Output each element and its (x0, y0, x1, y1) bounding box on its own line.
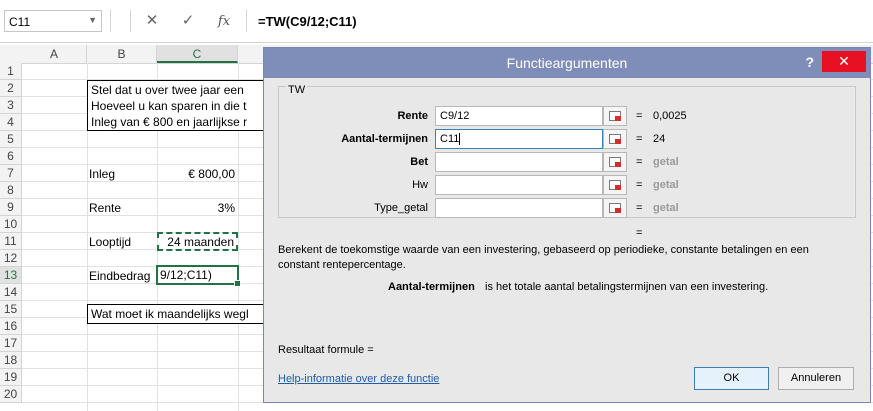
row-header[interactable]: 3 (0, 97, 22, 114)
function-description: Berekent de toekomstige waarde van een i… (278, 243, 858, 273)
arg-label-type-getal: Type_getal (374, 202, 428, 214)
name-box-value: C11 (9, 15, 31, 29)
separator (246, 10, 247, 32)
intro-line: Inleg van € 800 en jaarlijkse r (91, 115, 248, 129)
collapse-dialog-icon[interactable] (603, 175, 627, 195)
enter-icon[interactable]: ✓ (175, 10, 201, 32)
row-header[interactable]: 9 (0, 199, 22, 216)
intro-line: Stel dat u over twee jaar een (91, 83, 244, 97)
row-header[interactable]: 5 (0, 131, 22, 148)
column-header-c[interactable]: C (157, 45, 238, 63)
fx-icon[interactable]: fx (211, 10, 237, 32)
row-header[interactable]: 6 (0, 148, 22, 165)
argument-help-text: is het totale aantal betalingstermijnen … (485, 281, 769, 293)
cell-b7[interactable]: Inleg (89, 167, 115, 181)
description-line: Berekent de toekomstige waarde van een i… (278, 244, 809, 256)
formula-input[interactable]: =TW(C9/12;C11) (258, 14, 357, 29)
result-formula-label: Resultaat formule = (278, 344, 374, 356)
cell-c13: 9/12;C11) (160, 268, 212, 282)
help-icon[interactable]: ? (805, 54, 814, 70)
arg-result-hw: getal (653, 179, 679, 191)
row-header[interactable]: 2 (0, 80, 22, 97)
cell-c11-marquee[interactable]: 24 maanden (157, 232, 238, 251)
cell-b11[interactable]: Looptijd (89, 235, 131, 249)
cell-b13[interactable]: Eindbedrag (89, 269, 150, 283)
arg-label-aantal-termijnen: Aantal-termijnen (341, 133, 428, 145)
cell-c7[interactable]: € 800,00 (159, 167, 235, 181)
arg-input-rente[interactable]: C9/12 (435, 106, 603, 126)
row-header[interactable]: 8 (0, 182, 22, 199)
separator (110, 10, 111, 32)
close-icon[interactable]: ✕ (822, 51, 866, 72)
arg-input-aantal-termijnen[interactable]: C11 (435, 129, 603, 149)
cell-c11: 24 maanden (167, 235, 234, 249)
argument-help-name: Aantal-termijnen (388, 281, 475, 293)
intro-textbox[interactable]: Stel dat u over twee jaar een Hoeveel u … (87, 80, 267, 131)
text-cursor (459, 133, 461, 146)
function-name: TW (286, 84, 308, 96)
help-link[interactable]: Help-informatie over deze functie (278, 373, 439, 385)
dialog-title: Functieargumenten (506, 55, 628, 71)
cell-b9[interactable]: Rente (89, 201, 121, 215)
arg-equals: = (636, 179, 643, 191)
collapse-dialog-icon[interactable] (603, 106, 627, 126)
collapse-dialog-icon[interactable] (603, 129, 627, 149)
row-header[interactable]: 19 (0, 369, 22, 386)
arg-equals: = (636, 133, 643, 145)
collapse-dialog-icon[interactable] (603, 198, 627, 218)
ok-button[interactable]: OK (694, 367, 769, 390)
row-header[interactable]: 14 (0, 284, 22, 301)
cancel-icon[interactable]: ✕ (139, 10, 165, 32)
arg-input-hw[interactable] (435, 175, 603, 195)
arg-equals: = (636, 110, 643, 122)
column-header-b[interactable]: B (87, 45, 157, 63)
column-header-a[interactable]: A (22, 45, 87, 63)
name-box[interactable]: C11 ▼ (4, 10, 102, 32)
arg-equals: = (636, 202, 643, 214)
arg-input-bet[interactable] (435, 152, 603, 172)
arg-result-aantal-termijnen: 24 (653, 133, 666, 145)
arg-label-bet: Bet (410, 156, 428, 168)
row-header[interactable]: 17 (0, 335, 22, 352)
collapse-dialog-icon[interactable] (603, 152, 627, 172)
row-header[interactable]: 4 (0, 114, 22, 131)
row-header[interactable]: 13 (0, 267, 22, 284)
cell-c9[interactable]: 3% (159, 201, 235, 215)
arg-label-rente: Rente (397, 110, 428, 122)
separator (130, 10, 131, 32)
question-text: Wat moet ik maandelijks wegl (91, 307, 249, 321)
description-line: constant rentepercentage. (278, 259, 406, 271)
cancel-button[interactable]: Annuleren (778, 367, 854, 390)
row-header[interactable]: 16 (0, 318, 22, 335)
row-header[interactable]: 7 (0, 165, 22, 182)
function-arguments-dialog: Functieargumenten ? ✕ TW Rente C9/12 = 0… (263, 47, 871, 403)
row-header[interactable]: 15 (0, 301, 22, 318)
row-header[interactable]: 10 (0, 216, 22, 233)
row-header[interactable]: 18 (0, 352, 22, 369)
formula-bar: C11 ▼ ✕ ✓ fx =TW(C9/12;C11) (0, 0, 873, 43)
question-textbox[interactable]: Wat moet ik maandelijks wegl (87, 304, 267, 324)
fx-label: fx (217, 14, 231, 29)
row-header[interactable]: 1 (0, 63, 22, 80)
row-header[interactable]: 11 (0, 233, 22, 250)
row-header[interactable]: 12 (0, 250, 22, 267)
arg-result-type-getal: getal (653, 202, 679, 214)
cell-c13-active[interactable]: 9/12;C11) (156, 265, 241, 287)
dialog-titlebar[interactable]: Functieargumenten ? ✕ (264, 48, 870, 78)
dropdown-icon[interactable]: ▼ (88, 15, 97, 25)
arg-equals: = (636, 156, 643, 168)
arg-result-rente: 0,0025 (653, 110, 687, 122)
function-result-equals: = (636, 227, 643, 239)
intro-line: Hoeveel u kan sparen in die t (91, 99, 247, 113)
arg-label-hw: Hw (412, 179, 428, 191)
fill-handle[interactable] (234, 280, 241, 287)
arg-input-type-getal[interactable] (435, 198, 603, 218)
row-header[interactable]: 20 (0, 386, 22, 403)
arg-input-value: C11 (440, 133, 460, 145)
arg-result-bet: getal (653, 156, 679, 168)
